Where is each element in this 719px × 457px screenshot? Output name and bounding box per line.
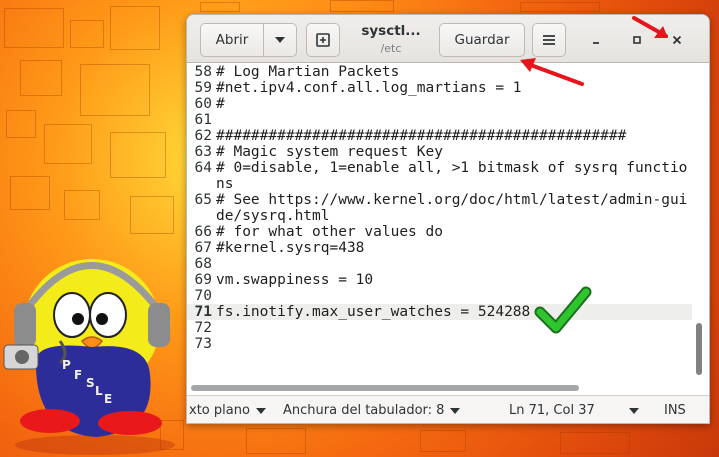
line-text[interactable]: # See https://www.kernel.org/doc/html/la…	[215, 192, 692, 224]
text-editor-window: Abrir sysctl... /etc Guardar 58 # Log Ma…	[186, 14, 710, 424]
chevron-down-icon	[255, 407, 266, 414]
line-number: 68	[194, 256, 212, 272]
line-number: 73	[194, 336, 212, 352]
line-text[interactable]: #kernel.sysrq=438	[215, 240, 692, 256]
editor-line[interactable]: 71 fs.inotify.max_user_watches = 524288	[187, 304, 692, 320]
vertical-scrollbar[interactable]	[694, 65, 704, 383]
horizontal-scrollbar[interactable]	[191, 384, 691, 392]
editor-line[interactable]: 63 # Magic system request Key	[187, 144, 692, 160]
editor-line[interactable]: 73	[187, 336, 692, 352]
line-number: 67	[194, 240, 212, 256]
cursor-position-selector[interactable]: Ln 71, Col 37	[509, 403, 639, 418]
horizontal-scrollbar-thumb[interactable]	[191, 385, 579, 391]
new-document-icon	[316, 33, 330, 47]
line-text[interactable]	[215, 256, 692, 272]
insert-mode-indicator[interactable]: INS	[664, 403, 686, 418]
editor-line[interactable]: 72	[187, 320, 692, 336]
editor-line[interactable]: 67 #kernel.sysrq=438	[187, 240, 692, 256]
line-text[interactable]: fs.inotify.max_user_watches = 524288	[215, 304, 692, 320]
document-title: sysctl...	[361, 23, 421, 39]
open-menu-button[interactable]	[263, 23, 297, 57]
close-button[interactable]	[666, 29, 688, 51]
open-button[interactable]: Abrir	[200, 23, 264, 57]
text-editor-area[interactable]: 58 # Log Martian Packets 59 #net.ipv4.conf.…	[187, 64, 692, 384]
chevron-down-icon	[628, 407, 639, 414]
editor-line[interactable]: 62 ######################################…	[187, 128, 692, 144]
editor-line[interactable]: 60 #	[187, 96, 692, 112]
mascot-penguin-image: P F S L E	[3, 259, 175, 455]
maximize-icon	[633, 36, 641, 44]
mascot-letter: S	[86, 376, 95, 390]
tab-width-selector[interactable]: Anchura del tabulador: 8	[283, 403, 461, 418]
minimize-button[interactable]	[585, 29, 607, 51]
header-bar: Abrir sysctl... /etc Guardar	[187, 15, 709, 63]
editor-line[interactable]: 70	[187, 288, 692, 304]
mascot-letter: F	[74, 368, 82, 382]
close-icon	[672, 35, 682, 45]
line-text[interactable]: # Magic system request Key	[215, 144, 692, 160]
line-number: 66	[194, 224, 212, 240]
line-text[interactable]	[215, 336, 692, 352]
editor-line[interactable]: 64 # 0=disable, 1=enable all, >1 bitmask …	[187, 160, 692, 192]
line-text[interactable]	[215, 112, 692, 128]
chevron-down-icon	[275, 37, 285, 43]
line-text[interactable]: vm.swappiness = 10	[215, 272, 692, 288]
line-number: 60	[194, 96, 212, 112]
maximize-button[interactable]	[626, 29, 648, 51]
line-number: 59	[194, 80, 212, 96]
language-label: xto plano	[189, 403, 250, 418]
language-selector[interactable]: xto plano	[189, 403, 266, 418]
mascot-letter: P	[62, 358, 71, 372]
hamburger-menu-icon	[543, 35, 555, 45]
save-button[interactable]: Guardar	[439, 23, 525, 57]
mascot-letter: E	[104, 392, 112, 406]
minimize-icon	[593, 42, 599, 44]
line-text[interactable]: # for what other values do	[215, 224, 692, 240]
mascot-letter: L	[95, 384, 103, 398]
editor-line[interactable]: 59 #net.ipv4.conf.all.log_martians = 1	[187, 80, 692, 96]
document-path: /etc	[380, 42, 402, 55]
editor-line[interactable]: 61	[187, 112, 692, 128]
status-bar: xto plano Anchura del tabulador: 8 Ln 71…	[187, 395, 709, 423]
line-number: 70	[194, 288, 212, 304]
line-text[interactable]: #net.ipv4.conf.all.log_martians = 1	[215, 80, 692, 96]
line-number: 63	[194, 144, 212, 160]
menu-button[interactable]	[532, 23, 566, 57]
window-title: sysctl... /etc	[347, 23, 435, 55]
insert-mode-label: INS	[664, 403, 686, 418]
line-number: 61	[194, 112, 212, 128]
line-text[interactable]	[215, 288, 692, 304]
tab-width-label: Anchura del tabulador: 8	[283, 403, 445, 418]
line-text[interactable]: #	[215, 96, 692, 112]
vertical-scrollbar-thumb[interactable]	[696, 323, 702, 375]
editor-line[interactable]: 68	[187, 256, 692, 272]
line-number: 65	[194, 192, 212, 208]
line-text[interactable]: # Log Martian Packets	[215, 64, 692, 80]
line-number: 71	[194, 304, 212, 320]
line-text[interactable]: ########################################…	[215, 128, 692, 144]
editor-line[interactable]: 65 # See https://www.kernel.org/doc/html/…	[187, 192, 692, 224]
line-text[interactable]	[215, 320, 692, 336]
editor-line[interactable]: 69 vm.swappiness = 10	[187, 272, 692, 288]
cursor-position-label: Ln 71, Col 37	[509, 403, 595, 418]
line-number: 58	[194, 64, 212, 80]
editor-line[interactable]: 66 # for what other values do	[187, 224, 692, 240]
line-number: 64	[194, 160, 212, 176]
new-document-button[interactable]	[306, 23, 340, 57]
line-text[interactable]: # 0=disable, 1=enable all, >1 bitmask of…	[215, 160, 692, 192]
line-number: 69	[194, 272, 212, 288]
chevron-down-icon	[450, 407, 461, 414]
line-number: 72	[194, 320, 212, 336]
line-number: 62	[194, 128, 212, 144]
editor-line[interactable]: 58 # Log Martian Packets	[187, 64, 692, 80]
